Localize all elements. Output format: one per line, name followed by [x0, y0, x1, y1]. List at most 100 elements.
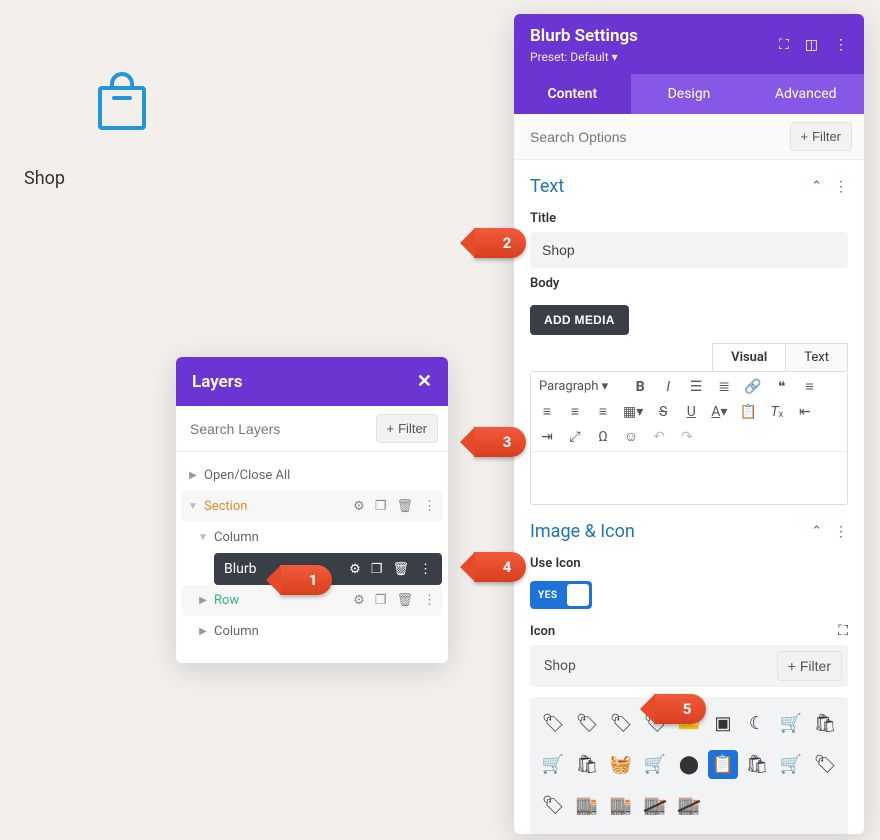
layers-header: Layers ✕ [176, 357, 448, 406]
fullscreen-icon[interactable]: ⤢ [567, 429, 583, 445]
bag-solid-icon[interactable]: 🛍 [572, 750, 602, 779]
tag-icon[interactable]: 🏷 [572, 709, 602, 738]
outdent-icon[interactable]: ⇤ [797, 404, 813, 420]
cart-icon[interactable]: 🛒 [776, 709, 806, 738]
clear-format-icon[interactable]: Tₓ [769, 403, 785, 420]
callout-badge-3: 3 [474, 427, 526, 457]
redo-icon[interactable]: ↷ [679, 429, 695, 445]
align-justify-icon[interactable]: ≡ [595, 403, 611, 420]
more-icon[interactable]: ⋮ [423, 593, 436, 608]
paragraph-dropdown[interactable]: Paragraph ▾ [539, 379, 620, 394]
align-right-icon[interactable]: ≡ [567, 403, 583, 420]
tags-icon[interactable]: 🏷 [538, 791, 568, 820]
expand-icon[interactable]: ⛶ [838, 623, 848, 639]
use-icon-toggle[interactable]: YES [530, 581, 592, 609]
bag2-icon[interactable]: 🛍 [742, 750, 772, 779]
undo-icon[interactable]: ↶ [651, 429, 667, 445]
section-actions: ⚙ ❐ 🗑 ⋮ [353, 499, 436, 514]
italic-icon[interactable]: I [660, 379, 676, 395]
tab-content[interactable]: Content [514, 74, 631, 114]
toggle-knob [567, 584, 589, 606]
clipboard-icon[interactable]: 📋 [708, 750, 738, 779]
underline-icon[interactable]: U [683, 404, 699, 420]
omega-icon[interactable]: Ω [595, 429, 611, 445]
columns-icon[interactable]: ◫ [805, 37, 818, 53]
cart2-icon[interactable]: 🛒 [538, 750, 568, 779]
body-editor-area[interactable] [531, 452, 847, 504]
indent-icon[interactable]: ⇥ [539, 429, 555, 445]
moon-icon[interactable]: ☾ [742, 709, 772, 738]
chevron-up-icon[interactable]: ⌃ [811, 524, 822, 539]
bold-icon[interactable]: B [632, 379, 648, 395]
gear-icon[interactable]: ⚙ [353, 499, 365, 514]
settings-tabs: Content Design Advanced [514, 74, 864, 114]
textcolor-icon[interactable]: A▾ [711, 404, 727, 420]
strike-icon[interactable]: S [655, 404, 671, 420]
more-icon[interactable]: ⋮ [834, 524, 848, 540]
tree-item-column[interactable]: ▶ Column [182, 616, 442, 647]
bullet-list-icon[interactable]: ☰ [688, 379, 704, 395]
bag-icon[interactable]: 🛍 [810, 709, 840, 738]
store-icon[interactable]: 🏬 [572, 791, 602, 820]
duplicate-icon[interactable]: ❐ [375, 593, 387, 608]
tree-item-section[interactable]: ▼ Section ⚙ ❐ 🗑 ⋮ [182, 491, 442, 522]
badge-s-icon[interactable]: ▣ [708, 709, 738, 738]
layers-search-input[interactable] [186, 415, 376, 443]
close-icon[interactable]: ✕ [417, 371, 432, 392]
store-slash-icon[interactable]: 🏬 [640, 791, 670, 820]
more-icon[interactable]: ⋮ [834, 179, 848, 195]
pricetag-icon[interactable]: 🏷 [810, 750, 840, 779]
add-media-button[interactable]: ADD MEDIA [530, 305, 629, 335]
tree-item-column[interactable]: ▼ Column [182, 522, 442, 553]
icon-search-value[interactable]: Shop [544, 658, 576, 674]
gear-icon[interactable]: ⚙ [353, 593, 365, 608]
more-icon[interactable]: ⋮ [834, 37, 848, 53]
expand-icon[interactable]: ⛶ [779, 37, 789, 53]
settings-search-row: + Filter [514, 114, 864, 160]
table-icon[interactable]: ▦▾ [623, 404, 643, 420]
tag-outline-icon[interactable]: 🏷 [538, 709, 568, 738]
group-image-icon-header[interactable]: Image & Icon ⌃ ⋮ [514, 505, 864, 548]
quote-icon[interactable]: ❝ [774, 379, 790, 395]
tree-open-close-all[interactable]: ▶ Open/Close All [182, 460, 442, 491]
paste-icon[interactable]: 📋 [739, 404, 756, 420]
bag-circle-icon[interactable]: ⬤ [674, 750, 704, 779]
callout-badge-5: 5 [654, 694, 706, 724]
settings-search-input[interactable] [526, 123, 790, 151]
emoji-icon[interactable]: ☺ [623, 428, 639, 445]
tab-advanced[interactable]: Advanced [747, 74, 864, 114]
link-icon[interactable]: 🔗 [744, 379, 761, 395]
trash-icon[interactable]: 🗑 [396, 499, 413, 514]
title-input[interactable] [530, 232, 848, 268]
trash-icon[interactable]: 🗑 [396, 593, 413, 608]
plus-icon: + [788, 658, 796, 674]
basket-icon[interactable]: 🧺 [606, 750, 636, 779]
use-icon-label: Use Icon [514, 548, 864, 577]
store2-icon[interactable]: 🏬 [606, 791, 636, 820]
trash-icon[interactable]: 🗑 [392, 562, 409, 577]
cart3-icon[interactable]: 🛒 [776, 750, 806, 779]
editor-tab-text[interactable]: Text [785, 343, 848, 371]
gear-icon[interactable]: ⚙ [349, 562, 361, 577]
duplicate-icon[interactable]: ❐ [375, 499, 387, 514]
number-list-icon[interactable]: ≣ [716, 379, 732, 395]
align-center-icon[interactable]: ≡ [539, 403, 555, 420]
align-left-icon[interactable]: ≡ [802, 378, 818, 395]
settings-filter-button[interactable]: + Filter [790, 122, 852, 151]
layers-filter-button[interactable]: + Filter [376, 414, 438, 443]
icon-filter-button[interactable]: + Filter [777, 651, 842, 681]
tag-alt-icon[interactable]: 🏷 [606, 709, 636, 738]
group-text-header[interactable]: Text ⌃ ⋮ [514, 160, 864, 203]
more-icon[interactable]: ⋮ [419, 562, 432, 577]
chevron-up-icon[interactable]: ⌃ [811, 179, 822, 194]
editor-tab-visual[interactable]: Visual [712, 343, 786, 371]
tab-design[interactable]: Design [631, 74, 748, 114]
cart-add-icon[interactable]: 🛒 [640, 750, 670, 779]
caret-down-icon: ▼ [198, 532, 208, 543]
preset-selector[interactable]: Preset: Default ▾ [530, 50, 638, 64]
duplicate-icon[interactable]: ❐ [371, 562, 383, 577]
caret-right-icon: ▶ [188, 470, 198, 481]
store-slash2-icon[interactable]: 🏬 [674, 791, 704, 820]
more-icon[interactable]: ⋮ [423, 499, 436, 514]
body-editor: Paragraph ▾ B I ☰ ≣ 🔗 ❝ ≡ ≡ ≡ ≡ ▦▾ S U A… [530, 371, 848, 505]
